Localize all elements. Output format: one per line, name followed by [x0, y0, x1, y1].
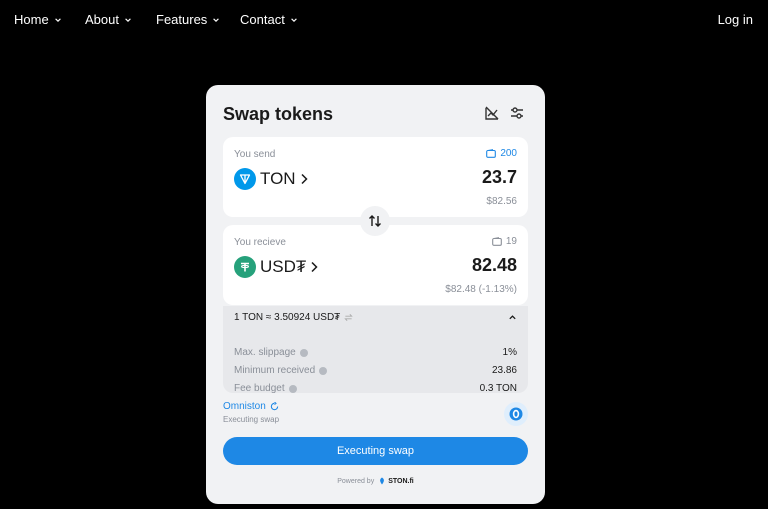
chevron-down-icon — [125, 17, 131, 22]
provider-status: Executing swap — [223, 415, 280, 424]
ston-fi-link[interactable]: STON.fi — [378, 477, 414, 485]
nav-label: About — [85, 12, 119, 27]
top-nav: Home About Features Contact Log in — [0, 0, 768, 40]
receive-amount: 82.48 — [471, 255, 517, 275]
rate-row[interactable]: 1 TON ≈ 3.50924 USD₮ — [234, 312, 517, 323]
loading-spinner-icon — [270, 402, 278, 411]
chevron-right-icon — [311, 261, 318, 273]
wallet-icon — [492, 237, 502, 246]
detail-row-minimum-received: Minimum received 23.86 — [234, 365, 517, 376]
receive-balance: 19 — [492, 236, 517, 247]
detail-key: Max. slippage — [234, 347, 296, 358]
card-title: Swap tokens — [223, 104, 334, 124]
info-icon[interactable] — [299, 348, 308, 357]
detail-row-fee-budget: Fee budget 0.3 TON — [234, 383, 517, 394]
receive-balance-value: 19 — [505, 236, 517, 247]
send-balance-value: 200 — [500, 148, 517, 159]
nav-item-contact[interactable]: Contact — [240, 12, 298, 27]
receive-panel: You recieve 19 USD₮ 82.48 $82.48 (-1.13%… — [223, 225, 528, 305]
usdt-logo-icon — [234, 256, 256, 278]
chevron-up-icon — [509, 315, 516, 320]
nav-item-features[interactable]: Features — [156, 12, 220, 27]
ton-logo-icon — [234, 168, 256, 190]
nav-label: Features — [156, 12, 208, 27]
receive-label: You recieve — [234, 237, 286, 248]
exchange-rate: 1 TON ≈ 3.50924 USD₮ — [234, 312, 341, 323]
info-icon[interactable] — [288, 384, 297, 393]
receive-token-name: USD₮ — [260, 257, 307, 276]
detail-value: 0.3 TON — [479, 383, 517, 394]
swap-arrows-icon — [369, 215, 381, 227]
chevron-right-icon — [301, 173, 308, 185]
nav-item-home[interactable]: Home — [14, 12, 62, 27]
chevron-down-icon — [291, 17, 297, 22]
send-balance[interactable]: 200 — [486, 148, 517, 159]
detail-key: Fee budget — [234, 383, 285, 394]
receive-usd-value: $82.48 (-1.13%) — [445, 284, 517, 295]
send-token-name: TON — [260, 169, 296, 188]
detail-key: Minimum received — [234, 365, 316, 376]
swap-direction-button[interactable] — [360, 206, 390, 236]
chart-hidden-icon[interactable] — [484, 105, 500, 121]
nav-label: Home — [14, 12, 49, 27]
send-panel: You send 200 TON 23.7 $82.56 — [223, 137, 528, 217]
detail-value: 23.86 — [491, 365, 517, 376]
detail-value: 1% — [502, 347, 517, 358]
powered-by: Powered by STON.fi — [206, 477, 545, 485]
powered-brand: STON.fi — [388, 477, 414, 485]
ston-logo-icon — [380, 477, 385, 485]
detail-row-slippage: Max. slippage 1% — [234, 347, 517, 358]
send-usd-value: $82.56 — [486, 196, 517, 207]
send-token-selector[interactable]: TON — [234, 168, 308, 190]
swap-card: Swap tokens You send 200 TON 23.7 $82.56… — [206, 85, 545, 504]
swap-rate-icon — [344, 314, 354, 321]
chevron-down-icon — [54, 17, 61, 22]
provider-name: Omniston — [223, 401, 266, 412]
chevron-down-icon — [213, 17, 220, 22]
send-label: You send — [234, 149, 276, 160]
executing-swap-button[interactable]: Executing swap — [223, 437, 528, 465]
wallet-icon — [486, 149, 497, 158]
send-amount-input[interactable]: 23.7 — [482, 167, 517, 188]
nav-label: Contact — [240, 12, 285, 27]
nav-item-about[interactable]: About — [85, 12, 132, 27]
login-link[interactable]: Log in — [718, 12, 753, 27]
info-icon[interactable] — [319, 366, 328, 375]
omniston-logo-icon — [504, 402, 528, 426]
powered-prefix: Powered by — [337, 477, 375, 485]
receive-token-selector[interactable]: USD₮ — [234, 256, 318, 278]
settings-sliders-icon[interactable] — [509, 105, 525, 121]
provider-link[interactable]: Omniston — [223, 401, 279, 412]
